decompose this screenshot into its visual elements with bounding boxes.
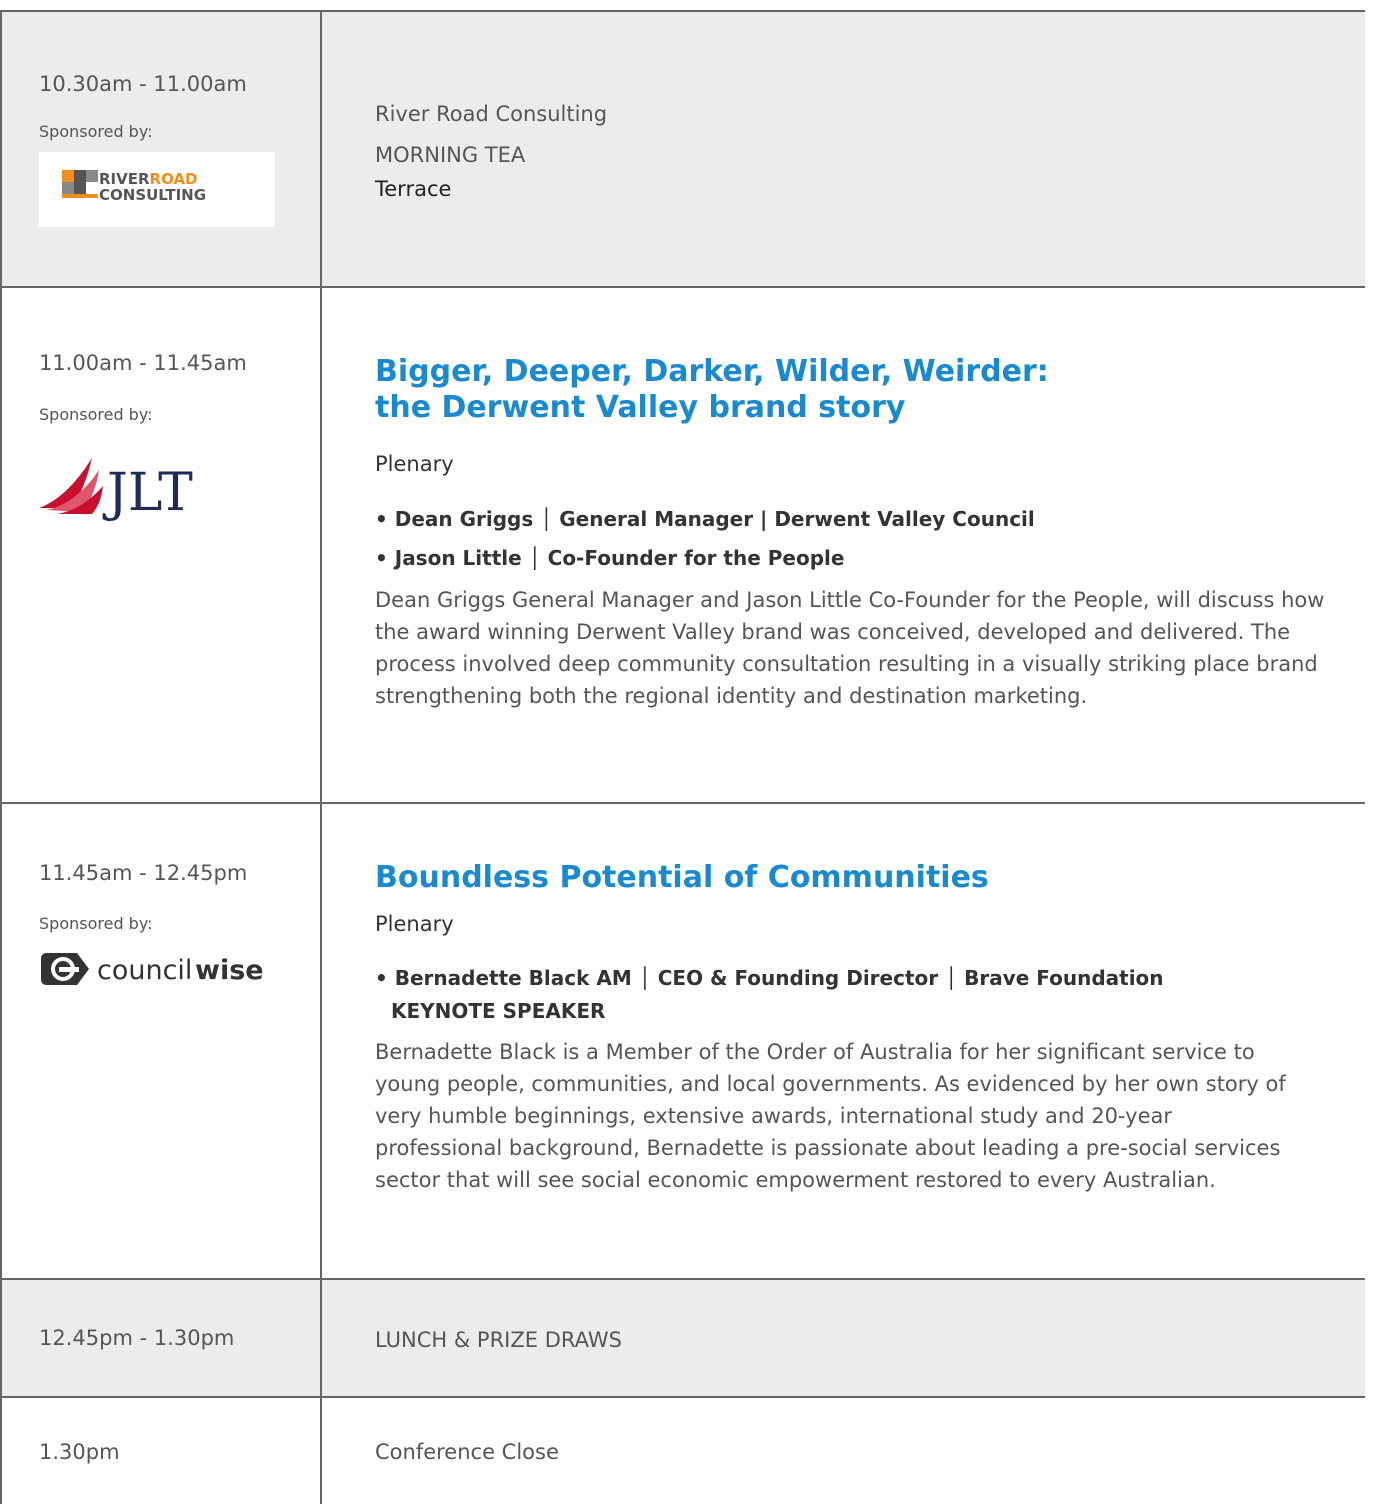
event-name: LUNCH & PRIZE DRAWS [375, 1328, 622, 1352]
river-road-consulting-logo: RIVERROAD CONSULTING [39, 152, 275, 227]
session-type: Plenary [375, 452, 454, 476]
session-title: Boundless Potential of Communities [375, 860, 989, 895]
logo-text-wise: wise [195, 955, 264, 986]
speaker-item: • Jason Little │ Co-Founder for the Peop… [375, 546, 845, 570]
event-name: MORNING TEA [375, 143, 526, 167]
jlt-logo: JLT [37, 448, 227, 523]
event-name: Conference Close [375, 1440, 559, 1464]
logo-text-consulting: CONSULTING [99, 186, 206, 204]
session-title: Bigger, Deeper, Darker, Wilder, Weirder:… [375, 354, 1049, 426]
session-description: Bernadette Black is a Member of the Orde… [375, 1040, 1286, 1192]
session-time: 11.00am - 11.45am [39, 351, 247, 375]
time-cell: 12.45pm - 1.30pm [0, 1280, 322, 1396]
logo-text-jlt: JLT [102, 463, 193, 523]
details-cell: Conference Close [322, 1398, 1365, 1504]
session-type: Plenary [375, 912, 454, 936]
session-time: 12.45pm - 1.30pm [39, 1326, 235, 1350]
details-cell: LUNCH & PRIZE DRAWS [322, 1280, 1365, 1396]
agenda-row-lunch: 12.45pm - 1.30pm LUNCH & PRIZE DRAWS [0, 1278, 1365, 1396]
event-location: Terrace [375, 177, 452, 201]
session-time: 1.30pm [39, 1440, 120, 1464]
logo-text-council: council [97, 955, 192, 986]
agenda-row-boundless-potential: 11.45am - 12.45pm Sponsored by: council … [0, 802, 1365, 1278]
agenda-row-derwent-valley: 11.00am - 11.45am Sponsored by: JLT Bigg… [0, 286, 1365, 802]
sponsored-by-label: Sponsored by: [39, 914, 153, 933]
session-title-line-2: the Derwent Valley brand story [375, 390, 906, 425]
time-cell: 10.30am - 11.00am Sponsored by: RIVERROA… [0, 12, 322, 286]
speaker-item: • Bernadette Black AM │ CEO & Founding D… [375, 966, 1164, 990]
agenda-row-conference-close: 1.30pm Conference Close [0, 1396, 1365, 1504]
sponsored-by-label: Sponsored by: [39, 405, 153, 424]
session-description: Dean Griggs General Manager and Jason Li… [375, 588, 1325, 708]
time-cell: 11.45am - 12.45pm Sponsored by: council … [0, 804, 322, 1278]
sponsored-by-label: Sponsored by: [39, 122, 153, 141]
session-time: 10.30am - 11.00am [39, 72, 247, 96]
time-cell: 1.30pm [0, 1398, 322, 1504]
details-cell: Boundless Potential of Communities Plena… [322, 804, 1365, 1278]
time-cell: 11.00am - 11.45am Sponsored by: JLT [0, 288, 322, 802]
agenda-row-morning-tea: 10.30am - 11.00am Sponsored by: RIVERROA… [0, 10, 1365, 286]
sponsor-name: River Road Consulting [375, 102, 608, 126]
speaker-item: • Dean Griggs │ General Manager | Derwen… [375, 507, 1035, 531]
session-title-line-1: Bigger, Deeper, Darker, Wilder, Weirder: [375, 354, 1049, 389]
speaker-role-keynote: KEYNOTE SPEAKER [391, 999, 606, 1023]
details-cell: Bigger, Deeper, Darker, Wilder, Weirder:… [322, 288, 1365, 802]
session-time: 11.45am - 12.45pm [39, 861, 248, 885]
councilwise-logo: council wise [37, 949, 287, 994]
details-cell: River Road Consulting MORNING TEA Terrac… [322, 12, 1365, 286]
